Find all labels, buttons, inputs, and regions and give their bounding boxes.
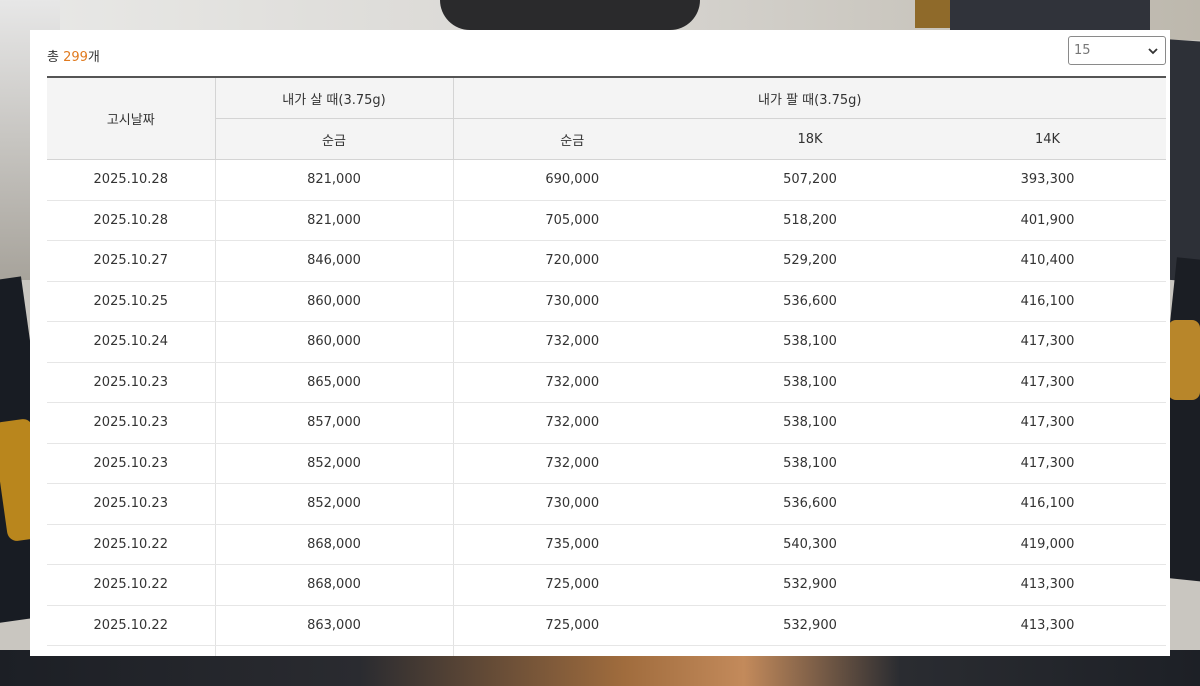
- cell-date: 2025.10.24: [47, 321, 216, 363]
- header-buy-group: 내가 살 때(3.75g): [215, 77, 454, 119]
- background-gold-object: [915, 0, 955, 28]
- table-row: 2025.10.22 868,000 725,000 532,900 413,3…: [47, 564, 1167, 606]
- cell-sell-18k: 538,100: [691, 402, 929, 444]
- table-row: 2025.10.23 865,000 732,000 538,100 417,3…: [47, 362, 1167, 403]
- cell-buy-pure: 860,000: [215, 281, 454, 322]
- cell-sell-18k: 507,200: [691, 159, 929, 201]
- cell-sell-pure: 732,000: [453, 362, 691, 403]
- price-table-panel: 총 299개 15 고시날짜 내가 살 때(3.75g) 내가 팔 때(3.75…: [30, 30, 1170, 656]
- cell-sell-14k: 417,300: [929, 443, 1167, 484]
- cell-buy-pure: 846,000: [215, 240, 454, 282]
- cell-buy-pure: 868,000: [215, 564, 454, 606]
- gold-price-table: 고시날짜 내가 살 때(3.75g) 내가 팔 때(3.75g) 순금 순금 1…: [47, 76, 1167, 656]
- cell-sell-14k: 417,300: [929, 362, 1167, 403]
- cell-date: 2025.10.28: [47, 200, 216, 241]
- cell-date: 2025.10.23: [47, 402, 216, 444]
- cell-buy-pure: 852,000: [215, 443, 454, 484]
- total-count: 총 299개: [47, 46, 100, 65]
- cell-sell-14k: 417,300: [929, 321, 1167, 363]
- cell-date: 2025.10.23: [47, 483, 216, 525]
- table-row: 2025.10.27 846,000 720,000 529,200 410,4…: [47, 240, 1167, 282]
- cell-sell-18k: 529,200: [691, 240, 929, 282]
- cell-buy-pure: 868,000: [215, 524, 454, 565]
- cell-sell-14k: 393,300: [929, 159, 1167, 201]
- cell-sell-18k: 518,200: [691, 200, 929, 241]
- cell-sell-pure: 725,000: [453, 564, 691, 606]
- total-count-value: 299: [63, 50, 88, 65]
- cell-sell-18k: 540,300: [691, 524, 929, 565]
- cell-sell-18k: 538,100: [691, 321, 929, 363]
- table-row: 2025.10.28 821,000 690,000 507,200 393,3…: [47, 159, 1167, 201]
- table-row: 2025.10.24 860,000 732,000 538,100 417,3…: [47, 321, 1167, 363]
- cell-buy-pure: 860,000: [215, 321, 454, 363]
- cell-sell-14k: 417,300: [929, 402, 1167, 444]
- cell-buy-pure: 821,000: [215, 159, 454, 201]
- table-row: 2025.10.25 860,000 730,000 536,600 416,1…: [47, 281, 1167, 322]
- cell-sell-14k: 419,000: [929, 524, 1167, 565]
- cell-sell-pure: 732,000: [453, 402, 691, 444]
- cell-date: 2025.10.22: [47, 564, 216, 606]
- cell-sell-pure: 735,000: [453, 524, 691, 565]
- cell-sell-18k: 532,900: [691, 605, 929, 646]
- header-sell-14k: 14K: [929, 118, 1167, 160]
- cell-buy-pure: 852,000: [215, 483, 454, 525]
- cell-buy-pure: 863,000: [215, 605, 454, 646]
- cell-buy-pure: 857,000: [215, 402, 454, 444]
- cell-sell-18k: 538,100: [691, 443, 929, 484]
- header-sell-group: 내가 팔 때(3.75g): [453, 77, 1167, 119]
- cell-sell-18k: 536,600: [691, 281, 929, 322]
- cell-date: 2025.10.25: [47, 281, 216, 322]
- table-row: 2025.10.22 868,000 735,000 540,300 419,0…: [47, 524, 1167, 565]
- header-buy-pure: 순금: [215, 118, 454, 160]
- cell-sell-14k: 416,100: [929, 281, 1167, 322]
- table-row: 2025.10.22 863,000 725,000 532,900 413,3…: [47, 605, 1167, 646]
- table-row: 2025.10.23 852,000 730,000 536,600 416,1…: [47, 483, 1167, 525]
- total-suffix: 개: [87, 50, 100, 65]
- cell-sell-18k: 536,600: [691, 483, 929, 525]
- table-row: 2025.10.23 852,000 732,000 538,100 417,3…: [47, 443, 1167, 484]
- cell-sell-14k: 413,300: [929, 564, 1167, 606]
- cell-sell-14k: 413,300: [929, 605, 1167, 646]
- header-date: 고시날짜: [47, 77, 216, 160]
- cell-sell-14k: 401,900: [929, 200, 1167, 241]
- background-card: [950, 0, 1150, 30]
- cell-sell-pure: 690,000: [453, 159, 691, 201]
- background-gold-right: [1168, 320, 1200, 400]
- page-size-value: 15: [1074, 43, 1091, 58]
- cell-sell-pure: 725,000: [453, 605, 691, 646]
- cell-sell-pure: 720,000: [453, 240, 691, 282]
- cell-sell-18k: 538,100: [691, 362, 929, 403]
- cell-sell-14k: 410,400: [929, 240, 1167, 282]
- cell-buy-pure: 865,000: [215, 362, 454, 403]
- cell-date: 2025.10.23: [47, 443, 216, 484]
- cell-sell-18k: 532,900: [691, 564, 929, 606]
- chevron-down-icon: [1147, 38, 1159, 76]
- cell-sell-pure: 730,000: [453, 281, 691, 322]
- table-row-partial: [47, 645, 1167, 656]
- total-prefix: 총: [47, 50, 64, 65]
- header-sell-pure: 순금: [453, 118, 691, 160]
- background-dark-object: [440, 0, 700, 30]
- cell-buy-pure: 821,000: [215, 200, 454, 241]
- cell-sell-pure: 732,000: [453, 321, 691, 363]
- cell-sell-pure: 730,000: [453, 483, 691, 525]
- cell-sell-pure: 705,000: [453, 200, 691, 241]
- cell-date: 2025.10.28: [47, 159, 216, 201]
- table-row: 2025.10.28 821,000 705,000 518,200 401,9…: [47, 200, 1167, 241]
- table-row: 2025.10.23 857,000 732,000 538,100 417,3…: [47, 402, 1167, 444]
- cell-sell-pure: 732,000: [453, 443, 691, 484]
- cell-date: 2025.10.23: [47, 362, 216, 403]
- page-size-select[interactable]: 15: [1068, 36, 1166, 65]
- cell-date: 2025.10.22: [47, 524, 216, 565]
- cell-sell-14k: 416,100: [929, 483, 1167, 525]
- cell-date: 2025.10.27: [47, 240, 216, 282]
- cell-date: 2025.10.22: [47, 605, 216, 646]
- header-sell-18k: 18K: [691, 118, 929, 160]
